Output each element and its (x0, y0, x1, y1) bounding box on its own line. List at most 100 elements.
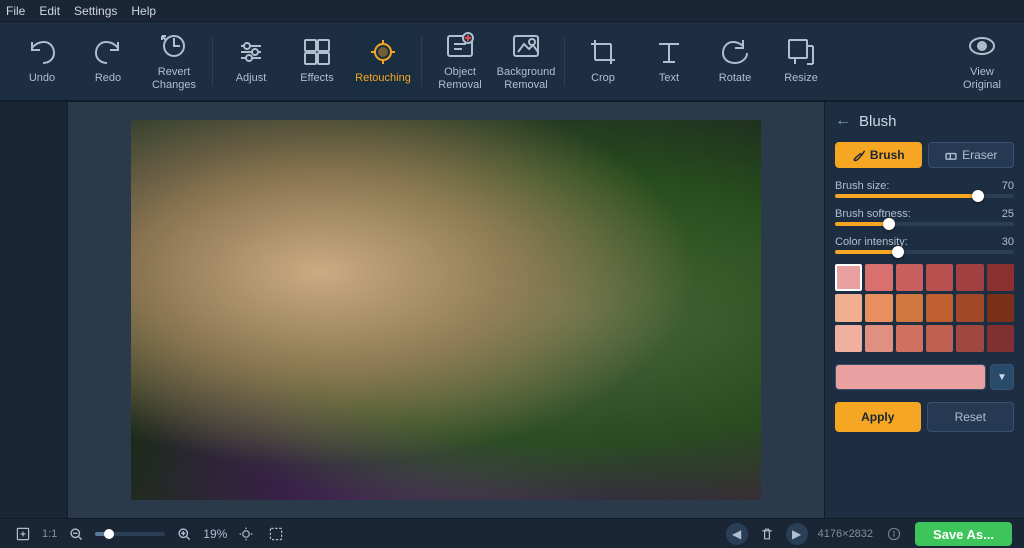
swatch-8[interactable] (896, 294, 923, 321)
brush-size-thumb[interactable] (972, 190, 984, 202)
color-dropdown-button[interactable]: ▼ (990, 364, 1014, 390)
color-intensity-value: 30 (1002, 236, 1014, 248)
adjust-label: Adjust (236, 72, 267, 85)
back-arrow-icon[interactable]: ← (835, 112, 851, 130)
object-removal-button[interactable]: Object Removal (428, 25, 492, 97)
separator-2 (421, 36, 422, 86)
brush-softness-row: Brush softness: 25 (835, 208, 1014, 226)
object-removal-label: Object Removal (438, 66, 481, 92)
swatch-12[interactable] (835, 325, 862, 352)
swatch-4[interactable] (956, 264, 983, 291)
crop-label: Crop (591, 72, 615, 85)
text-button[interactable]: Text (637, 25, 701, 97)
zoom-slider[interactable] (95, 532, 165, 536)
delete-icon[interactable] (756, 523, 778, 545)
color-intensity-fill (835, 250, 898, 254)
swatch-0[interactable] (835, 264, 862, 291)
zoom-1-1-label[interactable]: 1:1 (42, 528, 57, 540)
main-content: ← Blush Brush Eraser Brush size: 70 (0, 102, 1024, 518)
panel-header: ← Blush (835, 112, 1014, 130)
brush-size-fill (835, 194, 978, 198)
color-intensity-row: Color intensity: 30 (835, 236, 1014, 254)
eraser-label: Eraser (962, 148, 997, 162)
brush-softness-thumb[interactable] (883, 218, 895, 230)
swatch-9[interactable] (926, 294, 953, 321)
menu-edit[interactable]: Edit (39, 4, 60, 18)
color-intensity-label-row: Color intensity: 30 (835, 236, 1014, 248)
brush-size-slider[interactable] (835, 194, 1014, 198)
swatch-17[interactable] (987, 325, 1014, 352)
swatch-16[interactable] (956, 325, 983, 352)
redo-button[interactable]: Redo (76, 25, 140, 97)
view-original-button[interactable]: View Original (950, 25, 1014, 97)
swatch-13[interactable] (865, 325, 892, 352)
redo-label: Redo (95, 72, 121, 85)
background-removal-button[interactable]: Background Removal (494, 25, 558, 97)
resize-button[interactable]: Resize (769, 25, 833, 97)
canvas-area[interactable] (68, 102, 824, 518)
color-preview[interactable] (835, 364, 986, 390)
menu-help[interactable]: Help (131, 4, 156, 18)
right-panel: ← Blush Brush Eraser Brush size: 70 (824, 102, 1024, 518)
image-info-icon[interactable] (883, 523, 905, 545)
revert-button[interactable]: Revert Changes (142, 25, 206, 97)
eraser-button[interactable]: Eraser (928, 142, 1015, 168)
brush-button[interactable]: Brush (835, 142, 922, 168)
color-intensity-slider[interactable] (835, 250, 1014, 254)
color-intensity-thumb[interactable] (892, 246, 904, 258)
image-dimensions: 4176×2832 (818, 528, 873, 540)
view-original-label: View Original (963, 66, 1001, 92)
status-right: 4176×2832 Save As... (818, 522, 1012, 546)
brush-softness-slider[interactable] (835, 222, 1014, 226)
brush-softness-fill (835, 222, 889, 226)
swatch-7[interactable] (865, 294, 892, 321)
prev-image-button[interactable]: ◀ (726, 523, 748, 545)
retouching-button[interactable]: Retouching (351, 25, 415, 97)
swatch-2[interactable] (896, 264, 923, 291)
swatch-3[interactable] (926, 264, 953, 291)
separator-3 (564, 36, 565, 86)
text-label: Text (659, 72, 679, 85)
swatch-6[interactable] (835, 294, 862, 321)
brush-size-label-row: Brush size: 70 (835, 180, 1014, 192)
reset-button[interactable]: Reset (927, 402, 1015, 432)
zoom-percentage: 19% (203, 527, 227, 541)
rotate-button[interactable]: Rotate (703, 25, 767, 97)
brush-softness-label-row: Brush softness: 25 (835, 208, 1014, 220)
background-removal-label: Background Removal (497, 66, 556, 92)
swatch-14[interactable] (896, 325, 923, 352)
color-picker-row: ▼ (835, 364, 1014, 390)
save-as-button[interactable]: Save As... (915, 522, 1012, 546)
brush-softness-label: Brush softness: (835, 208, 911, 220)
swatch-1[interactable] (865, 264, 892, 291)
swatch-10[interactable] (956, 294, 983, 321)
color-swatches-grid (835, 264, 1014, 352)
undo-button[interactable]: Undo (10, 25, 74, 97)
left-sidebar (0, 102, 68, 518)
resize-label: Resize (784, 72, 818, 85)
status-center: ◀ ▶ (726, 523, 808, 545)
fit-screen-icon[interactable] (12, 523, 34, 545)
next-image-button[interactable]: ▶ (786, 523, 808, 545)
apply-button[interactable]: Apply (835, 402, 921, 432)
photo-display (131, 120, 761, 500)
swatch-11[interactable] (987, 294, 1014, 321)
adjust-button[interactable]: Adjust (219, 25, 283, 97)
canvas-image (131, 120, 761, 500)
zoom-out-icon[interactable] (65, 523, 87, 545)
swatch-5[interactable] (987, 264, 1014, 291)
crop-button[interactable]: Crop (571, 25, 635, 97)
status-left: 1:1 19% (12, 523, 716, 545)
selection-icon[interactable] (265, 523, 287, 545)
action-buttons: Apply Reset (835, 402, 1014, 432)
swatch-15[interactable] (926, 325, 953, 352)
menu-settings[interactable]: Settings (74, 4, 117, 18)
brush-softness-value: 25 (1002, 208, 1014, 220)
pan-icon[interactable] (235, 523, 257, 545)
zoom-thumb[interactable] (104, 529, 114, 539)
zoom-in-icon[interactable] (173, 523, 195, 545)
brush-size-value: 70 (1002, 180, 1014, 192)
menu-file[interactable]: File (6, 4, 25, 18)
brush-size-label: Brush size: (835, 180, 889, 192)
effects-button[interactable]: Effects (285, 25, 349, 97)
